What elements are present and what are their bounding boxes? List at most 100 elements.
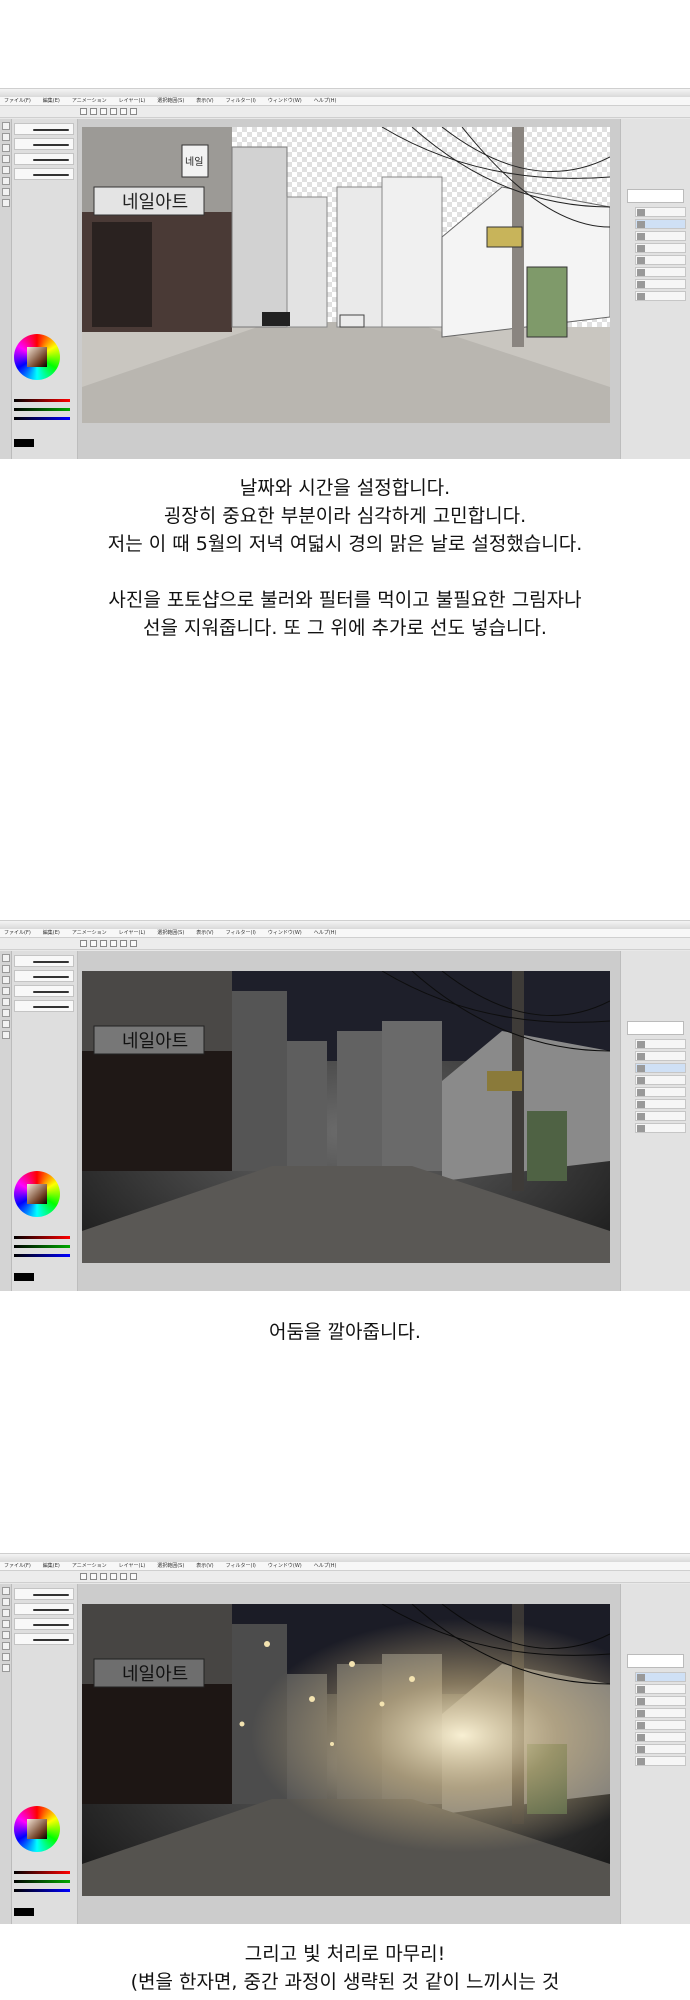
undo-icon[interactable]	[110, 940, 117, 947]
layer-row[interactable]	[635, 267, 686, 277]
red-slider[interactable]	[14, 1236, 70, 1239]
layer-row[interactable]	[635, 291, 686, 301]
select-tool-icon[interactable]	[2, 976, 10, 984]
menu-help[interactable]: ヘルプ(H)	[314, 929, 337, 937]
brush-tool-icon[interactable]	[2, 166, 10, 174]
green-slider[interactable]	[14, 1245, 70, 1248]
text-tool-icon[interactable]	[2, 1031, 10, 1039]
menu-window[interactable]: ウィンドウ(W)	[268, 1562, 302, 1570]
eraser-tool-icon[interactable]	[2, 1642, 10, 1650]
brush-tool-icon[interactable]	[2, 998, 10, 1006]
eraser-tool-icon[interactable]	[2, 1009, 10, 1017]
clear-icon[interactable]	[130, 1573, 137, 1580]
layer-row[interactable]	[635, 1756, 686, 1766]
layer-row[interactable]	[635, 1039, 686, 1049]
menu-edit[interactable]: 編集(E)	[43, 1562, 60, 1570]
pen-tool-icon[interactable]	[2, 155, 10, 163]
sub-tool-item[interactable]	[14, 955, 74, 967]
menu-select[interactable]: 選択範囲(S)	[157, 929, 184, 937]
move-tool-icon[interactable]	[2, 133, 10, 141]
layer-row[interactable]	[635, 1051, 686, 1061]
save-icon[interactable]	[100, 1573, 107, 1580]
layer-row[interactable]	[635, 1744, 686, 1754]
move-tool-icon[interactable]	[2, 965, 10, 973]
layer-row[interactable]	[635, 1708, 686, 1718]
undo-icon[interactable]	[110, 108, 117, 115]
sub-tool-item[interactable]	[14, 123, 74, 135]
color-wheel[interactable]	[14, 1806, 60, 1852]
layer-row[interactable]	[635, 243, 686, 253]
menu-window[interactable]: ウィンドウ(W)	[268, 97, 302, 105]
green-slider[interactable]	[14, 1880, 70, 1883]
sub-tool-item[interactable]	[14, 1633, 74, 1645]
menu-edit[interactable]: 編集(E)	[43, 929, 60, 937]
open-icon[interactable]	[90, 108, 97, 115]
main-color-swatch[interactable]	[14, 1273, 34, 1281]
layer-row[interactable]	[635, 255, 686, 265]
zoom-tool-icon[interactable]	[2, 122, 10, 130]
navigator-thumbnail[interactable]	[627, 1654, 684, 1668]
zoom-tool-icon[interactable]	[2, 954, 10, 962]
canvas-area[interactable]: 네일아트 네일	[78, 119, 620, 459]
menu-view[interactable]: 表示(V)	[196, 97, 213, 105]
redo-icon[interactable]	[120, 108, 127, 115]
layer-row-selected[interactable]	[635, 219, 686, 229]
menu-edit[interactable]: 編集(E)	[43, 97, 60, 105]
layer-row[interactable]	[635, 1075, 686, 1085]
layer-row-selected[interactable]	[635, 1063, 686, 1073]
new-icon[interactable]	[80, 940, 87, 947]
sub-tool-item[interactable]	[14, 1588, 74, 1600]
layer-row[interactable]	[635, 207, 686, 217]
color-wheel[interactable]	[14, 1171, 60, 1217]
blue-slider[interactable]	[14, 417, 70, 420]
redo-icon[interactable]	[120, 1573, 127, 1580]
select-tool-icon[interactable]	[2, 1609, 10, 1617]
clear-icon[interactable]	[130, 108, 137, 115]
clear-icon[interactable]	[130, 940, 137, 947]
menu-layer[interactable]: レイヤー(L)	[119, 1562, 146, 1570]
blue-slider[interactable]	[14, 1254, 70, 1257]
menu-filter[interactable]: フィルター(I)	[226, 929, 256, 937]
menu-view[interactable]: 表示(V)	[196, 929, 213, 937]
main-color-swatch[interactable]	[14, 1908, 34, 1916]
layer-row[interactable]	[635, 1720, 686, 1730]
green-slider[interactable]	[14, 408, 70, 411]
menu-filter[interactable]: フィルター(I)	[226, 1562, 256, 1570]
pen-tool-icon[interactable]	[2, 987, 10, 995]
red-slider[interactable]	[14, 1871, 70, 1874]
layer-row[interactable]	[635, 1111, 686, 1121]
brush-tool-icon[interactable]	[2, 1631, 10, 1639]
sub-tool-item[interactable]	[14, 168, 74, 180]
sub-tool-item[interactable]	[14, 1000, 74, 1012]
sub-tool-item[interactable]	[14, 1618, 74, 1630]
menu-animation[interactable]: アニメーション	[72, 97, 107, 105]
menu-window[interactable]: ウィンドウ(W)	[268, 929, 302, 937]
sub-tool-item[interactable]	[14, 153, 74, 165]
red-slider[interactable]	[14, 399, 70, 402]
zoom-tool-icon[interactable]	[2, 1587, 10, 1595]
menu-layer[interactable]: レイヤー(L)	[119, 929, 146, 937]
menu-help[interactable]: ヘルプ(H)	[314, 1562, 337, 1570]
menu-filter[interactable]: フィルター(I)	[226, 97, 256, 105]
open-icon[interactable]	[90, 940, 97, 947]
layer-row[interactable]	[635, 1123, 686, 1133]
menu-animation[interactable]: アニメーション	[72, 1562, 107, 1570]
layer-row[interactable]	[635, 231, 686, 241]
canvas-area[interactable]: 네일아트	[78, 951, 620, 1291]
fill-tool-icon[interactable]	[2, 1653, 10, 1661]
layer-row[interactable]	[635, 1684, 686, 1694]
text-tool-icon[interactable]	[2, 1664, 10, 1672]
undo-icon[interactable]	[110, 1573, 117, 1580]
menu-view[interactable]: 表示(V)	[196, 1562, 213, 1570]
new-icon[interactable]	[80, 1573, 87, 1580]
main-color-swatch[interactable]	[14, 439, 34, 447]
layer-row[interactable]	[635, 1696, 686, 1706]
eraser-tool-icon[interactable]	[2, 177, 10, 185]
redo-icon[interactable]	[120, 940, 127, 947]
new-icon[interactable]	[80, 108, 87, 115]
text-tool-icon[interactable]	[2, 199, 10, 207]
sub-tool-item[interactable]	[14, 138, 74, 150]
fill-tool-icon[interactable]	[2, 188, 10, 196]
menu-select[interactable]: 選択範囲(S)	[157, 1562, 184, 1570]
menu-select[interactable]: 選択範囲(S)	[157, 97, 184, 105]
